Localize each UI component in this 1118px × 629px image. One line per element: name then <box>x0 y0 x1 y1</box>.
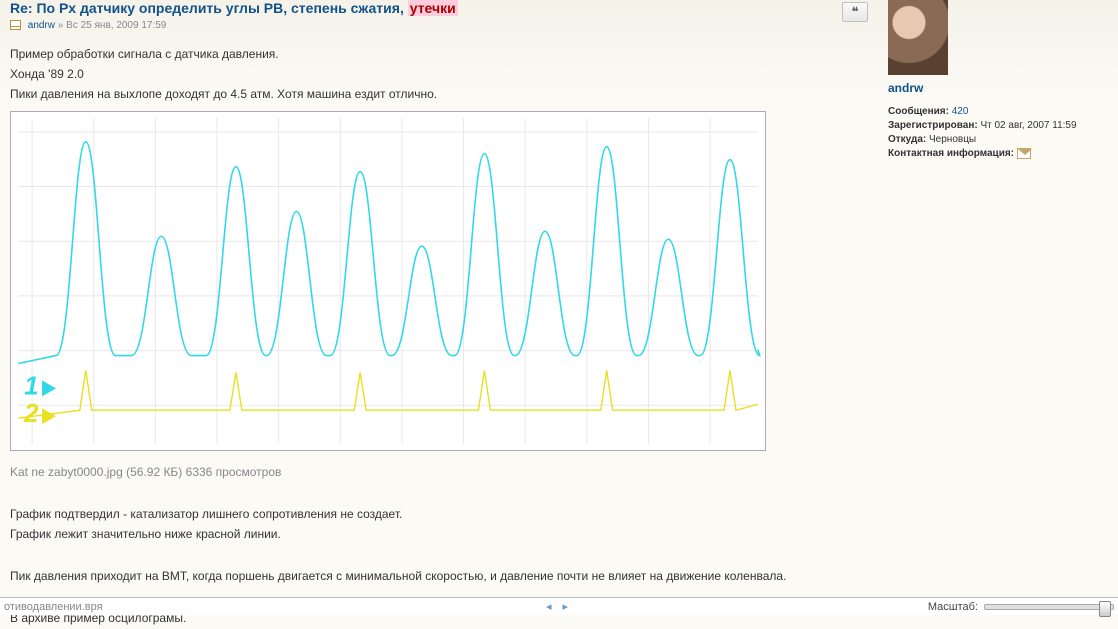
post-title: Re: По Рх датчику определить углы РВ, ст… <box>10 0 868 16</box>
post-title-text: Re: По Рх датчику определить углы РВ, ст… <box>10 0 404 16</box>
post-date: Вс 25 янв, 2009 17:59 <box>66 20 166 31</box>
post-content: Пример обработки сигнала с датчика давле… <box>10 45 868 627</box>
post-line: Пики давления на выхлопе доходят до 4.5 … <box>10 85 868 103</box>
avatar[interactable] <box>888 0 948 75</box>
author-profile: andrw Сообщения: 420 Зарегистрирован: Чт… <box>888 0 1108 629</box>
quote-button[interactable]: ❝ <box>842 2 868 22</box>
profile-registered-label: Зарегистрирован: <box>888 120 980 131</box>
statusbar-nav-arrows[interactable]: ◂ ▸ <box>546 600 572 613</box>
profile-registered-value: Чт 02 авг, 2007 11:59 <box>980 120 1076 131</box>
post-line: График лежит значительно ниже красной ли… <box>10 525 868 543</box>
viewer-statusbar: отиводавлении.вря ◂ ▸ Масштаб: <box>0 597 1118 615</box>
attachment-caption: Kat ne zabyt0000.jpg (56.92 КБ) 6336 про… <box>10 463 868 481</box>
post-icon <box>10 20 21 30</box>
post-meta-sep: » <box>55 20 66 31</box>
mail-icon <box>1017 148 1031 159</box>
post-line: График подтвердил - катализатор лишнего … <box>10 505 868 523</box>
post-meta: andrw » Вс 25 янв, 2009 17:59 <box>10 20 868 31</box>
post-title-highlight: утечки <box>408 0 458 16</box>
svg-text:2: 2 <box>23 400 39 428</box>
post-line: Пик давления приходит на ВМТ, когда порш… <box>10 567 868 585</box>
post-line: Пример обработки сигнала с датчика давле… <box>10 45 868 63</box>
profile-messages-link[interactable]: 420 <box>952 106 969 117</box>
profile-from-value: Черновцы <box>929 134 976 145</box>
profile-username-link[interactable]: andrw <box>888 81 1108 95</box>
post-line: Хонда '89 2.0 <box>10 65 868 83</box>
zoom-slider[interactable] <box>984 604 1114 610</box>
statusbar-scale-label: Масштаб: <box>928 601 978 613</box>
profile-contact-label: Контактная информация: <box>888 148 1017 159</box>
attachment: 12 Kat ne zabyt0000.jpg (56.92 КБ) 6336 … <box>10 111 868 481</box>
profile-contact-link[interactable] <box>1017 148 1031 159</box>
profile-from-label: Откуда: <box>888 134 929 145</box>
svg-text:1: 1 <box>24 372 38 400</box>
oscilloscope-plot: 12 <box>10 111 766 451</box>
statusbar-filename-fragment: отиводавлении.вря <box>4 601 103 613</box>
post-title-link[interactable]: Re: По Рх датчику определить углы РВ, ст… <box>10 0 458 16</box>
post-author-link[interactable]: andrw <box>28 20 55 31</box>
profile-messages-label: Сообщения: <box>888 106 952 117</box>
